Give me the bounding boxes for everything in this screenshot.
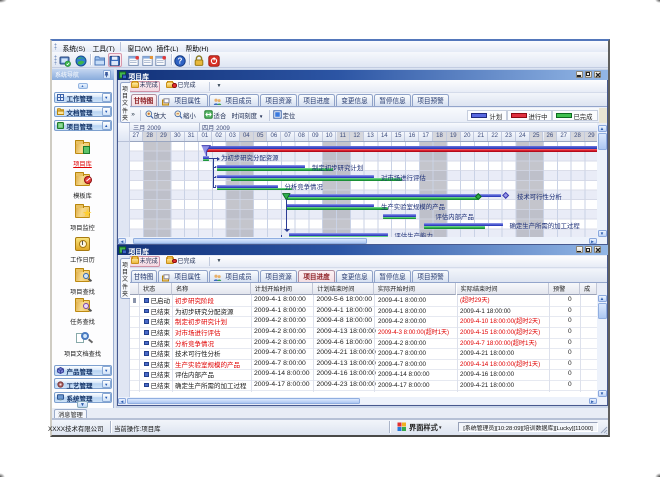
svg-text:?: ? — [178, 56, 183, 65]
